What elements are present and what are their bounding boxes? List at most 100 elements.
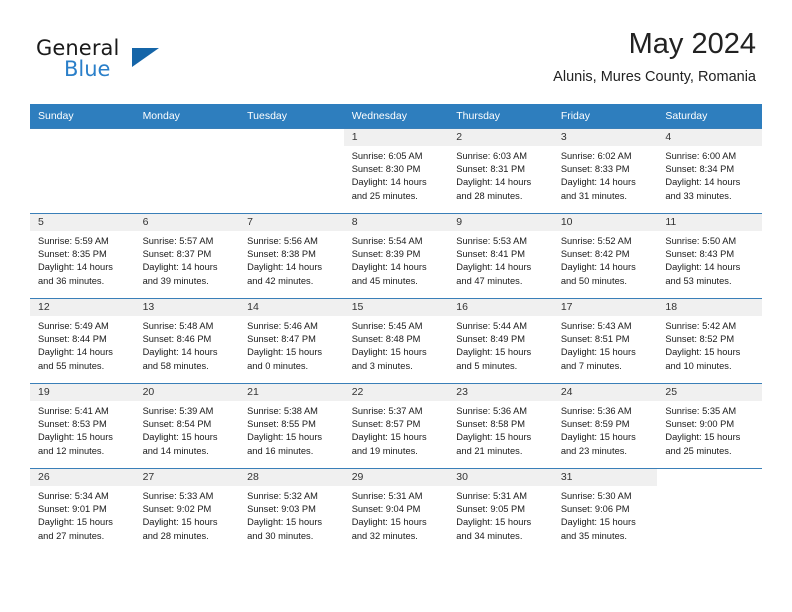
calendar-cell-inner: 12 Sunrise: 5:49 AM Sunset: 8:44 PM Dayligh… (30, 299, 135, 383)
daylight-text-line1: Daylight: 15 hours (665, 347, 741, 358)
calendar-day-cell[interactable]: 1 Sunrise: 6:05 AM Sunset: 8:30 PM Daylight… (343, 128, 449, 214)
day-details: Sunrise: 5:37 AM Sunset: 8:57 PM Daylight:… (344, 401, 449, 458)
calendar-day-cell[interactable]: 3 Sunrise: 6:02 AM Sunset: 8:33 PM Daylight… (552, 128, 658, 214)
daylight-text-line2: and 45 minutes. (351, 275, 418, 286)
calendar-day-cell[interactable]: 16 Sunrise: 5:44 AM Sunset: 8:49 PM Dayligh… (448, 298, 553, 384)
day-details: Sunrise: 5:49 AM Sunset: 8:44 PM Daylight:… (30, 316, 135, 373)
daylight-text-line2: and 3 minutes. (351, 360, 413, 371)
calendar-cell-inner: 19 Sunrise: 5:41 AM Sunset: 8:53 PM Dayligh… (30, 384, 135, 468)
day-number: 9 (448, 214, 553, 231)
calendar-day-cell[interactable]: 7 Sunrise: 5:56 AM Sunset: 8:38 PM Daylight… (239, 213, 344, 299)
calendar-day-cell[interactable]: 21 Sunrise: 5:38 AM Sunset: 8:55 PM Dayligh… (239, 383, 344, 469)
calendar-cell-inner: 20 Sunrise: 5:39 AM Sunset: 8:54 PM Dayligh… (134, 384, 240, 468)
sunset-text: Sunset: 8:51 PM (560, 334, 630, 345)
day-number: 28 (239, 469, 344, 486)
day-details: Sunrise: 5:59 AM Sunset: 8:35 PM Daylight:… (30, 231, 135, 288)
daylight-text-line2: and 32 minutes. (351, 530, 418, 541)
daylight-text-line2: and 31 minutes. (560, 190, 627, 201)
weekday-header-row: Sunday Monday Tuesday Wednesday Thursday… (30, 104, 762, 129)
calendar-day-cell[interactable]: 27 Sunrise: 5:33 AM Sunset: 9:02 PM Dayligh… (134, 468, 240, 553)
calendar-day-cell[interactable]: 10 Sunrise: 5:52 AM Sunset: 8:42 PM Dayligh… (552, 213, 658, 299)
daylight-text-line2: and 21 minutes. (456, 445, 523, 456)
calendar-cell-inner (239, 129, 344, 213)
sunrise-text: Sunrise: 5:49 AM (38, 321, 109, 331)
sunset-text: Sunset: 9:05 PM (456, 504, 525, 515)
sunrise-text: Sunrise: 5:36 AM (560, 406, 632, 416)
daylight-text-line2: and 14 minutes. (142, 445, 209, 456)
calendar-day-cell[interactable]: 22 Sunrise: 5:37 AM Sunset: 8:57 PM Dayligh… (343, 383, 449, 469)
calendar-cell-inner: 2 Sunrise: 6:03 AM Sunset: 8:31 PM Daylight… (448, 129, 553, 213)
calendar-day-cell[interactable]: 18 Sunrise: 5:42 AM Sunset: 8:52 PM Dayligh… (657, 298, 762, 384)
calendar-cell-inner: 16 Sunrise: 5:44 AM Sunset: 8:49 PM Dayligh… (448, 299, 553, 383)
calendar-day-cell[interactable]: 8 Sunrise: 5:54 AM Sunset: 8:39 PM Daylight… (343, 213, 449, 299)
calendar-day-cell[interactable]: 29 Sunrise: 5:31 AM Sunset: 9:04 PM Dayligh… (343, 468, 449, 553)
calendar-cell-inner: 27 Sunrise: 5:33 AM Sunset: 9:02 PM Dayligh… (134, 469, 240, 553)
calendar-day-cell[interactable]: 12 Sunrise: 5:49 AM Sunset: 8:44 PM Dayligh… (30, 298, 135, 384)
sunset-text: Sunset: 8:59 PM (560, 419, 630, 430)
calendar-day-cell[interactable]: 19 Sunrise: 5:41 AM Sunset: 8:53 PM Dayligh… (30, 383, 135, 469)
calendar-day-cell[interactable]: 26 Sunrise: 5:34 AM Sunset: 9:01 PM Dayligh… (30, 468, 135, 553)
daylight-text-line1: Daylight: 14 hours (247, 262, 323, 273)
logo-triangle-icon (132, 48, 159, 67)
day-number: 23 (448, 384, 553, 401)
day-number: 17 (552, 299, 658, 316)
calendar-day-cell[interactable]: 23 Sunrise: 5:36 AM Sunset: 8:58 PM Dayligh… (448, 383, 553, 469)
sunset-text: Sunset: 8:44 PM (38, 334, 107, 345)
weekday-header-saturday: Saturday (657, 104, 762, 129)
calendar-cell-inner: 18 Sunrise: 5:42 AM Sunset: 8:52 PM Dayligh… (657, 299, 762, 383)
sunrise-text: Sunrise: 5:31 AM (351, 491, 423, 501)
calendar-cell-inner: 1 Sunrise: 6:05 AM Sunset: 8:30 PM Daylight… (343, 129, 449, 213)
day-number: 12 (30, 299, 135, 316)
calendar-day-cell[interactable]: 30 Sunrise: 5:31 AM Sunset: 9:05 PM Dayligh… (448, 468, 553, 553)
calendar-week-row: 19 Sunrise: 5:41 AM Sunset: 8:53 PM Dayligh… (30, 383, 762, 469)
sunrise-text: Sunrise: 5:39 AM (142, 406, 214, 416)
day-number: 2 (448, 129, 553, 146)
calendar-day-cell[interactable]: 6 Sunrise: 5:57 AM Sunset: 8:37 PM Daylight… (134, 213, 240, 299)
calendar-day-cell[interactable]: 9 Sunrise: 5:53 AM Sunset: 8:41 PM Daylight… (448, 213, 553, 299)
calendar-cell-inner (135, 129, 240, 213)
calendar-day-cell[interactable]: 14 Sunrise: 5:46 AM Sunset: 8:47 PM Dayligh… (239, 298, 344, 384)
sunrise-text: Sunrise: 5:44 AM (456, 321, 528, 331)
calendar-day-cell[interactable]: 25 Sunrise: 5:35 AM Sunset: 9:00 PM Dayligh… (657, 383, 762, 469)
day-details: Sunrise: 5:48 AM Sunset: 8:46 PM Daylight:… (135, 316, 240, 373)
day-details: Sunrise: 5:33 AM Sunset: 9:02 PM Daylight:… (135, 486, 240, 543)
calendar-day-cell[interactable]: 28 Sunrise: 5:32 AM Sunset: 9:03 PM Dayligh… (239, 468, 344, 553)
calendar-day-cell[interactable]: 5 Sunrise: 5:59 AM Sunset: 8:35 PM Daylight… (30, 213, 135, 299)
sunrise-text: Sunrise: 5:50 AM (665, 236, 737, 246)
sunrise-text: Sunrise: 5:31 AM (456, 491, 528, 501)
daylight-text-line2: and 53 minutes. (665, 275, 732, 286)
daylight-text-line2: and 34 minutes. (456, 530, 523, 541)
sunrise-text: Sunrise: 5:54 AM (351, 236, 423, 246)
sunset-text: Sunset: 8:41 PM (456, 249, 525, 260)
calendar-day-cell[interactable]: 15 Sunrise: 5:45 AM Sunset: 8:48 PM Dayligh… (343, 298, 449, 384)
calendar-day-cell[interactable]: 20 Sunrise: 5:39 AM Sunset: 8:54 PM Dayligh… (134, 383, 240, 469)
calendar-day-cell[interactable]: 11 Sunrise: 5:50 AM Sunset: 8:43 PM Dayligh… (657, 213, 762, 299)
sunset-text: Sunset: 8:31 PM (456, 164, 525, 175)
sunrise-text: Sunrise: 5:33 AM (142, 491, 214, 501)
calendar-day-cell[interactable]: 17 Sunrise: 5:43 AM Sunset: 8:51 PM Dayligh… (552, 298, 658, 384)
day-number: 27 (134, 469, 240, 486)
daylight-text-line2: and 58 minutes. (142, 360, 209, 371)
weekday-header-sunday: Sunday (30, 104, 135, 129)
calendar-day-cell[interactable]: 4 Sunrise: 6:00 AM Sunset: 8:34 PM Daylight… (657, 128, 762, 214)
day-details: Sunrise: 5:31 AM Sunset: 9:05 PM Daylight:… (448, 486, 553, 543)
daylight-text-line1: Daylight: 15 hours (456, 517, 532, 528)
sunset-text: Sunset: 8:52 PM (665, 334, 735, 345)
day-number: 8 (343, 214, 449, 231)
day-details: Sunrise: 5:44 AM Sunset: 8:49 PM Daylight:… (448, 316, 553, 373)
calendar-day-cell[interactable]: 31 Sunrise: 5:30 AM Sunset: 9:06 PM Dayligh… (552, 468, 658, 553)
calendar-cell-empty (30, 128, 135, 214)
sunrise-text: Sunrise: 6:02 AM (560, 151, 632, 161)
day-number: 3 (552, 129, 658, 146)
calendar-cell-inner: 21 Sunrise: 5:38 AM Sunset: 8:55 PM Dayligh… (239, 384, 344, 468)
calendar-day-cell[interactable]: 13 Sunrise: 5:48 AM Sunset: 8:46 PM Dayligh… (134, 298, 240, 384)
day-number: 24 (552, 384, 658, 401)
calendar-header-row: Sunday Monday Tuesday Wednesday Thursday… (30, 104, 762, 129)
calendar-cell-inner: 26 Sunrise: 5:34 AM Sunset: 9:01 PM Dayligh… (30, 469, 135, 553)
sunrise-text: Sunrise: 5:53 AM (456, 236, 528, 246)
sunrise-sunset-calendar: Sunday Monday Tuesday Wednesday Thursday… (30, 104, 762, 553)
calendar-day-cell[interactable]: 2 Sunrise: 6:03 AM Sunset: 8:31 PM Daylight… (448, 128, 553, 214)
daylight-text-line2: and 5 minutes. (456, 360, 518, 371)
day-details: Sunrise: 5:34 AM Sunset: 9:01 PM Daylight:… (30, 486, 135, 543)
calendar-day-cell[interactable]: 24 Sunrise: 5:36 AM Sunset: 8:59 PM Dayligh… (552, 383, 658, 469)
